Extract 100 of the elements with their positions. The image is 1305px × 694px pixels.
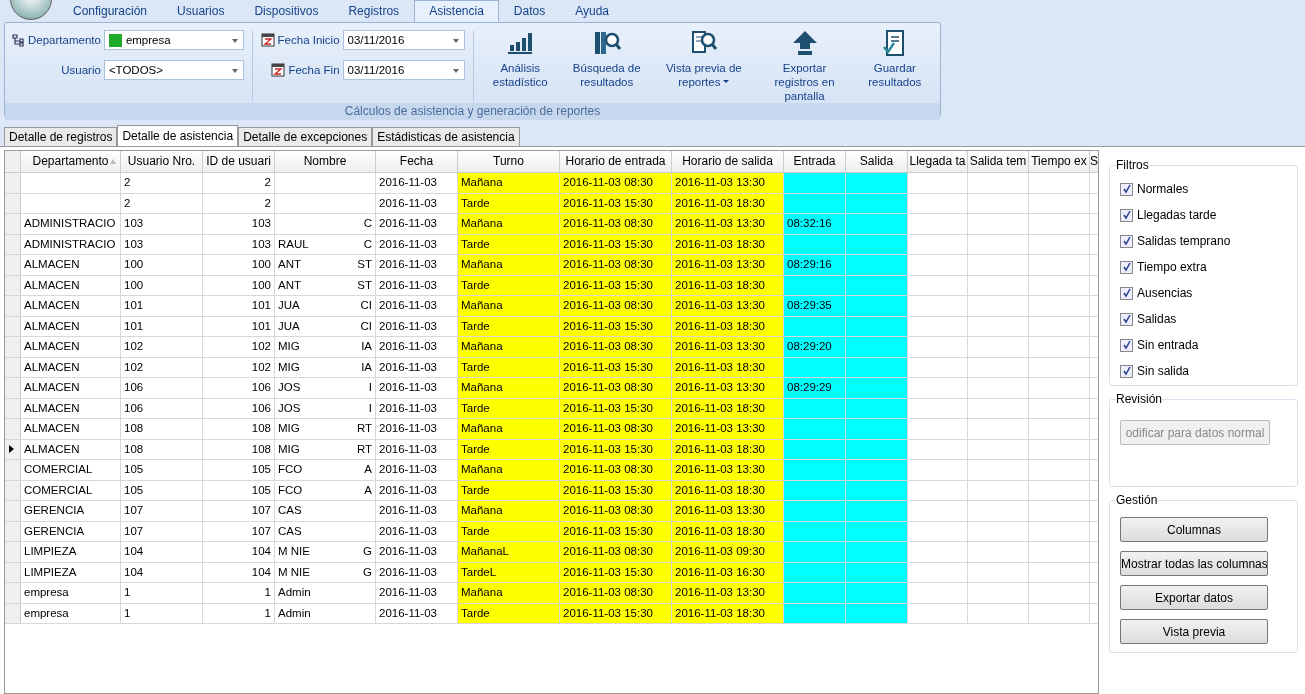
column-header[interactable]: Entrada [784, 151, 846, 172]
table-cell: 2016-11-03 13:30 [672, 173, 784, 193]
table-cell: ALMACEN [21, 316, 121, 336]
date-picker[interactable]: 03/11/2016 [342, 30, 465, 50]
table-cell: 1 [203, 583, 275, 603]
preview-button[interactable]: Vista previa de reportes [654, 29, 754, 103]
column-header[interactable]: Tiempo ex [1029, 151, 1090, 172]
table-cell: 108 [121, 419, 203, 439]
table-cell: 100 [203, 255, 275, 275]
column-header[interactable]: Salida [846, 151, 908, 172]
table-cell: Mañana [458, 173, 560, 193]
column-header[interactable]: Horario de entrada [560, 151, 672, 172]
checkbox[interactable] [1120, 234, 1133, 248]
date-picker[interactable]: 03/11/2016 [342, 60, 465, 80]
table-cell: ADMINISTRACIO [21, 234, 121, 254]
table-cell: Mañana [458, 214, 560, 234]
stats-button[interactable]: Análisis estadístico [481, 29, 560, 103]
table-cell: ALMACEN [21, 255, 121, 275]
table-cell: 107 [121, 521, 203, 541]
ribbon-tab[interactable]: Asistencia [414, 0, 499, 22]
table-cell: 2016-11-03 18:30 [672, 398, 784, 418]
table-cell: 2016-11-03 18:30 [672, 193, 784, 213]
table-cell: ALMACEN [21, 296, 121, 316]
column-header[interactable]: S [1090, 151, 1098, 172]
checkbox-label: Salidas [1137, 312, 1177, 326]
table-cell: JUA CI [275, 296, 376, 316]
table-cell: Tarde [458, 439, 560, 459]
table-cell: 2016-11-03 08:30 [560, 419, 672, 439]
table-cell: GERENCIA [21, 521, 121, 541]
column-header[interactable]: Usuario Nro. [121, 151, 203, 172]
department-dropdown[interactable]: empresa [103, 30, 244, 50]
column-header[interactable]: ID de usuari [203, 151, 275, 172]
ribbon-tab[interactable]: Datos [498, 0, 561, 22]
tab[interactable]: Detalle de asistencia [117, 125, 239, 146]
checkbox-label: Sin entrada [1137, 338, 1199, 352]
table-cell: Tarde [458, 316, 560, 336]
row-header[interactable] [5, 439, 21, 459]
column-header[interactable]: Horario de salida [672, 151, 784, 172]
ribbon-tab[interactable]: Dispositivos [239, 0, 334, 22]
table-cell: 2016-11-03 13:30 [672, 296, 784, 316]
table-cell: ALMACEN [21, 419, 121, 439]
table-cell: 2016-11-03 15:30 [560, 398, 672, 418]
tab[interactable]: Detalle de excepciones [238, 127, 373, 146]
table-cell: TardeL [458, 562, 560, 582]
table-cell: 103 [203, 234, 275, 254]
column-header[interactable]: Departamento [21, 151, 121, 172]
table-cell: CAS [275, 501, 376, 521]
table-cell: Tarde [458, 398, 560, 418]
table-cell: FCO A [275, 480, 376, 500]
column-header[interactable]: Nombre [275, 151, 376, 172]
table-cell: 1 [203, 603, 275, 623]
table-cell: 2016-11-03 15:30 [560, 603, 672, 623]
table-cell: 2016-11-03 15:30 [560, 357, 672, 377]
ribbon-tab[interactable]: Configuración [58, 0, 163, 22]
checkbox[interactable] [1120, 364, 1133, 378]
table-cell: 2016-11-03 08:30 [560, 378, 672, 398]
table-cell: ALMACEN [21, 439, 121, 459]
ribbon-tab[interactable]: Ayuda [560, 0, 624, 22]
panel-button[interactable]: Columnas [1120, 517, 1268, 542]
search-button[interactable]: Búsqueda de resultados [559, 29, 655, 103]
checkbox[interactable] [1120, 338, 1133, 352]
table-cell: Admin [275, 603, 376, 623]
column-header[interactable]: Fecha [376, 151, 458, 172]
column-header[interactable]: Salida tem [968, 151, 1029, 172]
table-cell: 103 [121, 234, 203, 254]
panel-button[interactable]: Mostrar todas las columnas [1120, 551, 1268, 576]
table-cell: 104 [203, 562, 275, 582]
table-cell: M NIE G [275, 542, 376, 562]
tab[interactable]: Detalle de registros [4, 127, 118, 146]
tab[interactable]: Estádisticas de asistencia [372, 127, 520, 146]
table-cell: 106 [121, 398, 203, 418]
group-title: Revisión [1116, 392, 1163, 406]
ribbon-tab[interactable]: Registros [333, 0, 415, 22]
table-cell: 2016-11-03 18:30 [672, 603, 784, 623]
table-cell: 2016-11-03 13:30 [672, 501, 784, 521]
panel-button[interactable]: Vista previa [1120, 619, 1268, 644]
table-cell: 2016-11-03 13:30 [672, 378, 784, 398]
table-cell: Mañana [458, 255, 560, 275]
checkbox[interactable] [1120, 182, 1133, 196]
checkbox-label: Tiempo extra [1137, 260, 1207, 274]
export-button[interactable]: Exportar registros en pantalla [753, 29, 856, 103]
checkbox[interactable] [1120, 286, 1133, 300]
column-header[interactable]: Llegada ta [908, 151, 968, 172]
save-button[interactable]: Guardar resultados [855, 29, 934, 103]
table-cell: Tarde [458, 234, 560, 254]
checkbox-label: Llegadas tarde [1137, 208, 1217, 222]
table-cell: 2 [121, 193, 203, 213]
table-cell: 2016-11-03 16:30 [672, 562, 784, 582]
checkbox[interactable] [1120, 208, 1133, 222]
ribbon-tab[interactable]: Usuarios [162, 0, 240, 22]
table-cell: JUA CI [275, 316, 376, 336]
panel-button[interactable]: Exportar datos [1120, 585, 1268, 610]
table-cell: 102 [203, 337, 275, 357]
checkbox[interactable] [1120, 260, 1133, 274]
column-header[interactable]: Turno [458, 151, 560, 172]
table-cell: 2016-11-03 08:30 [560, 214, 672, 234]
checkbox-label: Ausencias [1137, 286, 1193, 300]
checkbox[interactable] [1120, 312, 1133, 326]
user-dropdown[interactable]: <TODOS> [103, 60, 244, 80]
table-cell: ANT ST [275, 275, 376, 295]
